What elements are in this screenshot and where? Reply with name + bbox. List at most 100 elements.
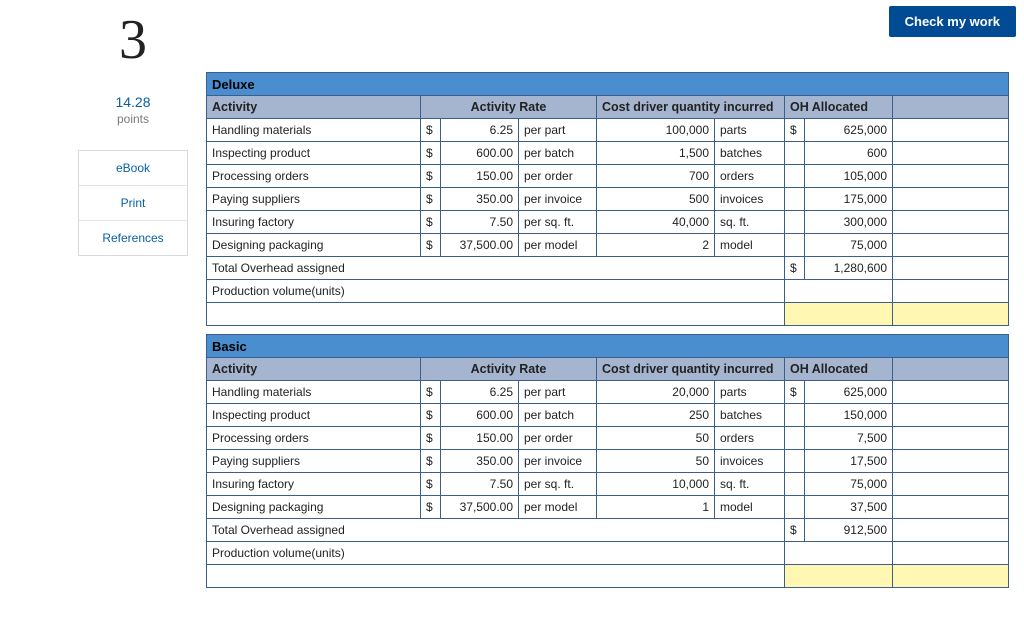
col-allocated: OH Allocated — [785, 358, 893, 381]
blank-cell — [893, 165, 1009, 188]
qty-cell[interactable]: 250 — [597, 404, 715, 427]
qty-cell[interactable]: 40,000 — [597, 211, 715, 234]
production-volume-label: Production volume(units) — [207, 542, 785, 565]
alloc-cell[interactable]: 17,500 — [805, 450, 893, 473]
qty-cell[interactable]: 700 — [597, 165, 715, 188]
check-my-work-button[interactable]: Check my work — [889, 6, 1016, 37]
rate-unit-cell: per part — [519, 381, 597, 404]
rate-unit-cell: per order — [519, 427, 597, 450]
blank-cell — [893, 450, 1009, 473]
rate-cell[interactable]: 600.00 — [441, 142, 519, 165]
production-volume-input[interactable] — [785, 280, 893, 303]
qty-cell[interactable]: 1 — [597, 496, 715, 519]
qty-cell[interactable]: 50 — [597, 427, 715, 450]
alloc-cell[interactable]: 7,500 — [805, 427, 893, 450]
answer-cell[interactable] — [785, 303, 893, 326]
answer-cell-extra[interactable] — [893, 303, 1009, 326]
rate-cell[interactable]: 37,500.00 — [441, 234, 519, 257]
table-row: Handling materials$6.25per part20,000par… — [207, 381, 1009, 404]
question-sidebar: 3 14.28 points eBook Print References — [78, 12, 188, 256]
production-volume-label: Production volume(units) — [207, 280, 785, 303]
qty-unit-cell: model — [715, 496, 785, 519]
qty-cell[interactable]: 50 — [597, 450, 715, 473]
total-value-cell[interactable]: 1,280,600 — [805, 257, 893, 280]
rate-unit-cell: per batch — [519, 404, 597, 427]
qty-cell[interactable]: 500 — [597, 188, 715, 211]
answer-area: Deluxe Activity Activity Rate Cost drive… — [206, 72, 1008, 596]
alloc-cell[interactable]: 625,000 — [805, 381, 893, 404]
currency-cell: $ — [421, 450, 441, 473]
currency-cell: $ — [421, 404, 441, 427]
rate-cell[interactable]: 150.00 — [441, 427, 519, 450]
qty-unit-cell: sq. ft. — [715, 211, 785, 234]
blank-cell — [893, 234, 1009, 257]
total-overhead-label: Total Overhead assigned — [207, 257, 785, 280]
blank-cell — [893, 542, 1009, 565]
table-row: Designing packaging$37,500.00per model2m… — [207, 234, 1009, 257]
blank-cell — [893, 381, 1009, 404]
print-link[interactable]: Print — [79, 186, 187, 221]
rate-cell[interactable]: 7.50 — [441, 211, 519, 234]
rate-cell[interactable]: 150.00 — [441, 165, 519, 188]
table-row: Designing packaging$37,500.00per model1m… — [207, 496, 1009, 519]
qty-cell[interactable]: 1,500 — [597, 142, 715, 165]
activity-cell: Designing packaging — [207, 496, 421, 519]
activity-cell: Insuring factory — [207, 211, 421, 234]
alloc-currency-cell — [785, 188, 805, 211]
deluxe-table: Deluxe Activity Activity Rate Cost drive… — [206, 72, 1009, 326]
qty-cell[interactable]: 2 — [597, 234, 715, 257]
currency-cell: $ — [421, 165, 441, 188]
alloc-cell[interactable]: 175,000 — [805, 188, 893, 211]
table-row: Handling materials$6.25per part100,000pa… — [207, 119, 1009, 142]
rate-cell[interactable]: 600.00 — [441, 404, 519, 427]
total-value-cell[interactable]: 912,500 — [805, 519, 893, 542]
answer-cell-extra[interactable] — [893, 565, 1009, 588]
currency-cell: $ — [421, 473, 441, 496]
rate-unit-cell: per invoice — [519, 188, 597, 211]
rate-unit-cell: per model — [519, 496, 597, 519]
references-link[interactable]: References — [79, 221, 187, 255]
qty-cell[interactable]: 10,000 — [597, 473, 715, 496]
qty-unit-cell: batches — [715, 142, 785, 165]
basic-table: Basic Activity Activity Rate Cost driver… — [206, 334, 1009, 588]
rate-cell[interactable]: 350.00 — [441, 450, 519, 473]
activity-cell: Handling materials — [207, 119, 421, 142]
total-overhead-row: Total Overhead assigned$1,280,600 — [207, 257, 1009, 280]
rate-cell[interactable]: 6.25 — [441, 381, 519, 404]
blank-cell — [893, 496, 1009, 519]
rate-cell[interactable]: 350.00 — [441, 188, 519, 211]
alloc-cell[interactable]: 75,000 — [805, 473, 893, 496]
alloc-cell[interactable]: 150,000 — [805, 404, 893, 427]
alloc-cell[interactable]: 75,000 — [805, 234, 893, 257]
rate-cell[interactable]: 6.25 — [441, 119, 519, 142]
currency-cell: $ — [421, 496, 441, 519]
rate-cell[interactable]: 7.50 — [441, 473, 519, 496]
currency-cell: $ — [421, 381, 441, 404]
activity-cell: Processing orders — [207, 165, 421, 188]
alloc-cell[interactable]: 37,500 — [805, 496, 893, 519]
currency-cell: $ — [421, 188, 441, 211]
alloc-cell[interactable]: 105,000 — [805, 165, 893, 188]
activity-cell: Insuring factory — [207, 473, 421, 496]
alloc-cell[interactable]: 300,000 — [805, 211, 893, 234]
rate-cell[interactable]: 37,500.00 — [441, 496, 519, 519]
qty-unit-cell: invoices — [715, 188, 785, 211]
alloc-cell[interactable]: 625,000 — [805, 119, 893, 142]
col-allocated: OH Allocated — [785, 96, 893, 119]
col-driver: Cost driver quantity incurred — [597, 96, 785, 119]
col-rate: Activity Rate — [421, 358, 597, 381]
currency-cell: $ — [421, 427, 441, 450]
production-volume-input[interactable] — [785, 542, 893, 565]
ebook-link[interactable]: eBook — [79, 151, 187, 186]
qty-cell[interactable]: 20,000 — [597, 381, 715, 404]
alloc-cell[interactable]: 600 — [805, 142, 893, 165]
alloc-currency-cell — [785, 473, 805, 496]
col-driver: Cost driver quantity incurred — [597, 358, 785, 381]
alloc-currency-cell — [785, 404, 805, 427]
answer-cell[interactable] — [785, 565, 893, 588]
production-volume-row: Production volume(units) — [207, 542, 1009, 565]
col-activity: Activity — [207, 358, 421, 381]
col-activity: Activity — [207, 96, 421, 119]
qty-cell[interactable]: 100,000 — [597, 119, 715, 142]
alloc-currency-cell — [785, 211, 805, 234]
